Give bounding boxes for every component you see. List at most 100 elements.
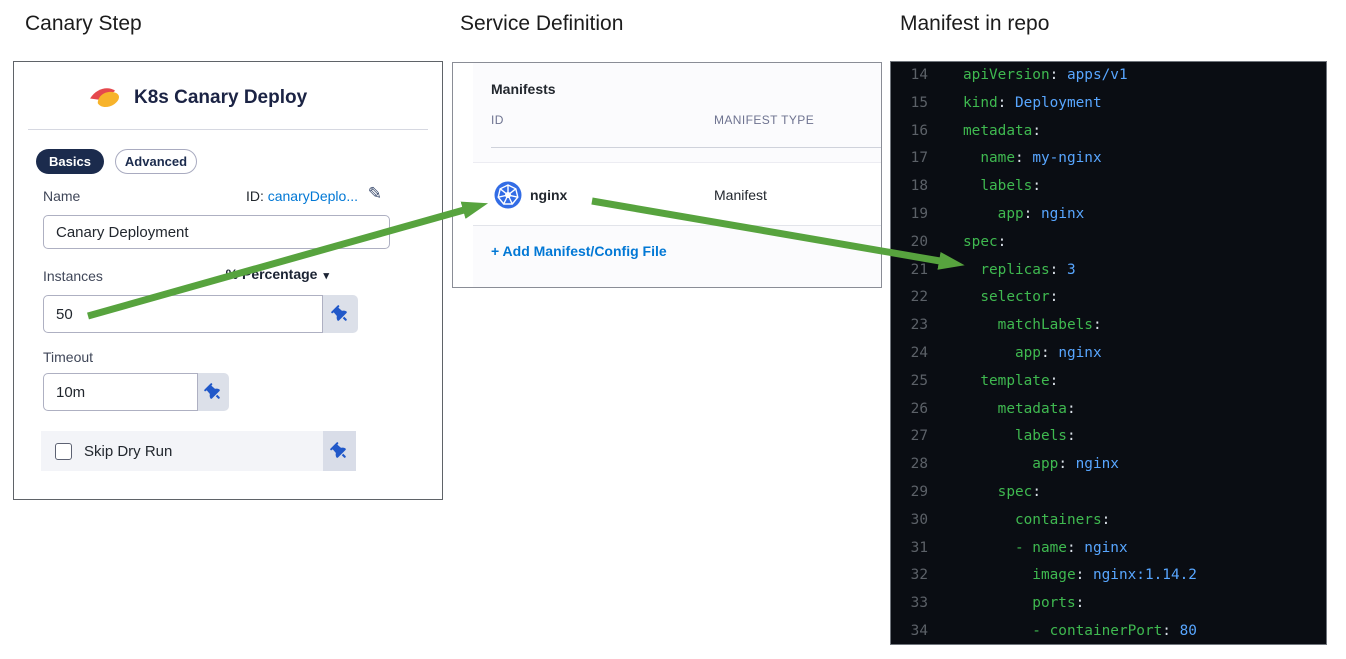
yaml-key: app	[963, 205, 1024, 222]
line-number: 15	[910, 94, 928, 111]
step-title-row: K8s Canary Deploy	[89, 84, 307, 111]
yaml-value: nginx	[1066, 456, 1119, 473]
code-line: 14 apiVersion: apps/v1	[891, 62, 1326, 90]
yaml-value: nginx:1.14.2	[1084, 567, 1197, 584]
service-definition-heading: Service Definition	[460, 12, 624, 35]
tab-advanced[interactable]: Advanced	[115, 149, 197, 174]
code-line: 27 labels:	[891, 423, 1326, 451]
yaml-key: image	[963, 567, 1076, 584]
page: Canary Step Service Definition Manifest …	[0, 0, 1346, 659]
yaml-key: metadata	[963, 400, 1067, 417]
instances-pin-button[interactable]	[323, 295, 358, 333]
kubernetes-icon	[494, 181, 522, 209]
yaml-key: matchLabels	[963, 317, 1093, 334]
code-line: 18 labels:	[891, 173, 1326, 201]
code-line: 19 app: nginx	[891, 201, 1326, 229]
yaml-key: replicas	[963, 261, 1050, 278]
yaml-key: ports	[963, 595, 1076, 612]
code-line: 29 spec:	[891, 479, 1326, 507]
yaml-key: app	[963, 456, 1059, 473]
code-line: 20 spec:	[891, 229, 1326, 257]
yaml-key: - containerPort	[963, 622, 1163, 639]
yaml-value: 3	[1058, 261, 1076, 278]
id-link[interactable]: canaryDeplo...	[268, 188, 358, 204]
line-number: 27	[910, 428, 928, 445]
code-line: 28 app: nginx	[891, 451, 1326, 479]
line-number: 21	[910, 261, 928, 278]
manifests-card: Manifests ID MANIFEST TYPE nginx Manifes…	[473, 63, 881, 287]
instances-unit-dropdown[interactable]: % Percentage ▾	[210, 266, 329, 282]
code-line: 22 selector:	[891, 284, 1326, 312]
canary-icon	[90, 88, 120, 108]
line-number: 34	[910, 622, 928, 639]
line-number: 26	[910, 400, 928, 417]
pushpin-icon	[331, 304, 347, 321]
instances-label: Instances	[43, 268, 103, 284]
code-line: 34 - containerPort: 80	[891, 618, 1326, 644]
code-line: 32 image: nginx:1.14.2	[891, 562, 1326, 590]
line-number: 14	[910, 67, 928, 83]
service-definition-panel: Manifests ID MANIFEST TYPE nginx Manifes…	[452, 62, 882, 288]
canary-step-heading: Canary Step	[25, 12, 142, 35]
id-prefix: ID:	[245, 188, 268, 204]
edit-id-pencil-icon[interactable]: ✎	[368, 184, 382, 204]
code-line: 31 - name: nginx	[891, 535, 1326, 563]
add-manifest-link[interactable]: + Add Manifest/Config File	[491, 243, 667, 259]
manifests-section-title: Manifests	[491, 81, 556, 97]
line-number: 23	[910, 317, 928, 334]
yaml-value: 80	[1170, 622, 1197, 639]
chevron-down-icon: ▾	[323, 270, 329, 282]
yaml-key: apiVersion	[963, 67, 1050, 83]
yaml-key: labels	[963, 178, 1033, 195]
column-header-manifest-type: MANIFEST TYPE	[714, 113, 815, 127]
canary-step-panel: K8s Canary Deploy Basics Advanced Name I…	[13, 61, 443, 500]
yaml-key: template	[963, 372, 1050, 389]
name-input[interactable]	[43, 215, 390, 249]
code-line: 25 template:	[891, 368, 1326, 396]
line-number: 33	[910, 595, 928, 612]
tab-basics[interactable]: Basics	[36, 149, 104, 174]
line-number: 17	[910, 150, 928, 167]
pushpin-icon	[330, 441, 346, 458]
yaml-key: spec	[963, 483, 1033, 500]
manifest-table-row[interactable]: nginx Manifest	[473, 162, 881, 226]
line-number: 30	[910, 511, 928, 528]
yaml-key: spec	[963, 233, 998, 250]
yaml-key: app	[963, 344, 1041, 361]
code-line: 26 metadata:	[891, 396, 1326, 424]
instances-unit-label: % Percentage	[225, 266, 318, 282]
yaml-value: nginx	[1032, 205, 1085, 222]
line-number: 28	[910, 456, 928, 473]
divider	[491, 147, 881, 148]
line-number: 24	[910, 344, 928, 361]
instances-input[interactable]	[43, 295, 323, 333]
yaml-key: labels	[963, 428, 1067, 445]
yaml-key: kind	[963, 94, 998, 111]
timeout-label: Timeout	[43, 349, 94, 365]
code-line: 17 name: my-nginx	[891, 145, 1326, 173]
code-line: 16 metadata:	[891, 118, 1326, 146]
line-number: 20	[910, 233, 928, 250]
code-line: 21 replicas: 3	[891, 257, 1326, 285]
line-number: 31	[910, 539, 928, 556]
yaml-value: nginx	[1049, 344, 1102, 361]
line-number: 16	[910, 122, 928, 139]
line-number: 22	[910, 289, 928, 306]
column-header-id: ID	[491, 113, 504, 127]
line-number: 32	[910, 567, 928, 584]
code-line: 33 ports:	[891, 590, 1326, 618]
yaml-key: containers	[963, 511, 1102, 528]
yaml-key: selector	[963, 289, 1050, 306]
skip-dry-run-pin-button[interactable]	[323, 431, 356, 471]
timeout-input[interactable]	[43, 373, 198, 411]
code-lines: 14 apiVersion: apps/v1 15 kind: Deployment 1…	[891, 62, 1326, 644]
skip-dry-run-label: Skip Dry Run	[84, 442, 173, 460]
manifest-code-panel: 14 apiVersion: apps/v1 15 kind: Deployment 1…	[890, 61, 1327, 645]
pushpin-icon	[204, 382, 220, 399]
skip-dry-run-checkbox[interactable]	[55, 442, 72, 460]
code-line: 30 containers:	[891, 507, 1326, 535]
code-line: 15 kind: Deployment	[891, 90, 1326, 118]
line-number: 18	[910, 178, 928, 195]
yaml-value: nginx	[1075, 539, 1128, 556]
timeout-pin-button[interactable]	[198, 373, 229, 411]
